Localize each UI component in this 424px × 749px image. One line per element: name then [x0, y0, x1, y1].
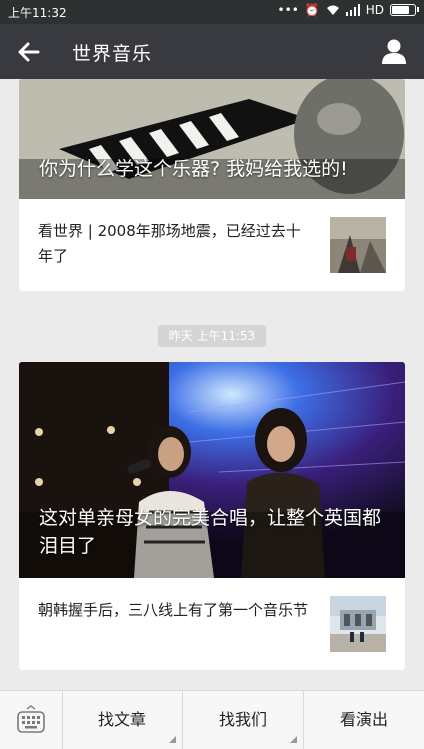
menu-label: 找我们	[218, 710, 267, 729]
status-bar: 上午11:32 ••• ⏰ HD	[0, 0, 424, 24]
menu-see-shows[interactable]: 看演出	[304, 691, 424, 749]
status-time: 上午11:32	[8, 6, 67, 20]
profile-icon[interactable]	[380, 37, 408, 65]
article-cover[interactable]: 这对单亲母女的完美合唱，让整个英国都泪目了	[19, 362, 405, 578]
wifi-icon	[326, 5, 339, 15]
article-card[interactable]: 这对单亲母女的完美合唱，让整个英国都泪目了 朝韩握手后，三八线上有了第一个音乐节	[19, 362, 405, 670]
article-cover[interactable]: 你为什么学这个乐器? 我妈给我选的!	[19, 79, 405, 199]
network-label: HD	[365, 3, 384, 17]
article-subtitle[interactable]: 朝韩握手后，三八线上有了第一个音乐节	[38, 598, 308, 623]
submenu-indicator-icon	[290, 736, 297, 743]
article-card[interactable]: 你为什么学这个乐器? 我妈给我选的! 看世界 | 2008年那场地震，已经过去十…	[19, 79, 405, 291]
message-timestamp: 昨天 上午11:53	[158, 325, 266, 347]
thumbnail-dmz-image	[330, 596, 386, 652]
article-subtitle[interactable]: 看世界 | 2008年那场地震，已经过去十年了	[38, 219, 308, 269]
menu-label: 看演出	[339, 710, 388, 729]
cover-title: 你为什么学这个乐器? 我妈给我选的!	[39, 158, 348, 180]
article-thumbnail[interactable]	[330, 217, 386, 273]
bottom-menu-bar: 找文章 找我们 看演出	[0, 690, 424, 749]
submenu-indicator-icon	[169, 736, 176, 743]
battery-icon	[390, 4, 419, 16]
signal-icon	[345, 4, 360, 16]
menu-find-us[interactable]: 找我们	[183, 691, 304, 749]
status-icons: ••• ⏰ HD	[277, 3, 419, 17]
keyboard-icon	[17, 705, 45, 733]
cover-title: 这对单亲母女的完美合唱，让整个英国都泪目了	[39, 507, 382, 557]
more-dots-icon: •••	[277, 3, 299, 17]
page-title: 世界音乐	[72, 43, 153, 65]
title-bar: 世界音乐	[0, 24, 424, 79]
menu-find-articles[interactable]: 找文章	[62, 691, 183, 749]
thumbnail-earthquake-image	[330, 217, 386, 273]
alarm-icon: ⏰	[304, 3, 320, 17]
menu-label: 找文章	[97, 710, 146, 729]
article-thumbnail[interactable]	[330, 596, 386, 652]
back-arrow-icon[interactable]	[14, 37, 44, 67]
keyboard-toggle-button[interactable]	[0, 691, 63, 749]
